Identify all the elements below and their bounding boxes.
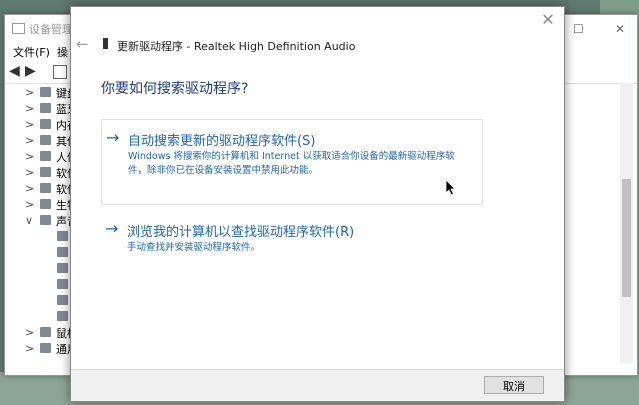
arrow-right-icon[interactable]: ▶ <box>25 63 36 79</box>
hid-icon <box>40 151 51 161</box>
audio-device-icon <box>57 311 68 321</box>
chevron-icon[interactable]: > <box>25 102 34 115</box>
chevron-icon[interactable]: > <box>25 134 34 147</box>
chevron-icon[interactable]: > <box>25 150 34 163</box>
memory-icon <box>40 119 51 129</box>
chevron-icon[interactable]: ∨ <box>25 214 33 227</box>
audio-device-icon <box>57 279 68 289</box>
other-devices-icon <box>40 135 51 145</box>
browse-computer-description: 手动查找并安装驱动程序软件。 <box>127 242 261 253</box>
arrow-right-icon: → <box>106 128 120 147</box>
device-manager-icon <box>12 23 25 34</box>
scrollbar-thumb[interactable] <box>622 179 631 297</box>
chevron-icon[interactable]: > <box>25 182 34 195</box>
auto-search-description: Windows 将搜索你的计算机和 Internet 以获取适合你设备的最新驱动… <box>128 151 455 176</box>
search-question-heading: 你要如何搜索驱动程序? <box>101 81 249 97</box>
properties-icon[interactable] <box>53 65 67 79</box>
dialog-footer: 取消 <box>71 369 564 401</box>
maximize-icon[interactable]: ☐ <box>573 22 584 36</box>
chevron-icon[interactable]: > <box>25 198 34 211</box>
usb-icon <box>40 343 51 353</box>
browse-computer-title: 浏览我的计算机以查找驱动程序软件(R) <box>127 225 355 240</box>
audio-device-icon <box>57 247 68 257</box>
software-component-icon <box>40 183 51 193</box>
audio-device-icon <box>57 231 68 241</box>
chevron-icon[interactable]: > <box>25 342 34 355</box>
browse-computer-option[interactable]: → 浏览我的计算机以查找驱动程序软件(R) 手动查找并安装驱动程序软件。 <box>101 219 481 259</box>
auto-search-option[interactable]: → 自动搜索更新的驱动程序软件(S) Windows 将搜索你的计算机和 Int… <box>101 119 483 205</box>
keyboard-icon <box>40 87 51 97</box>
scrollbar[interactable] <box>620 83 633 363</box>
menu-action[interactable]: 操 <box>57 44 68 60</box>
bluetooth-icon <box>40 103 51 113</box>
mouse-icon <box>40 327 51 337</box>
mouse-cursor-icon <box>446 180 456 196</box>
back-arrow-icon[interactable]: ← <box>76 35 89 53</box>
biometric-icon <box>40 199 51 209</box>
arrow-left-icon[interactable]: ◀ <box>9 63 20 79</box>
chevron-icon[interactable]: > <box>25 326 34 339</box>
arrow-right-icon: → <box>105 219 119 238</box>
chevron-icon[interactable]: > <box>25 118 34 131</box>
speaker-icon <box>40 215 51 225</box>
cancel-button[interactable]: 取消 <box>484 376 544 394</box>
update-driver-dialog: ✕ ← 更新驱动程序 - Realtek High Definition Aud… <box>70 6 565 402</box>
chevron-icon[interactable]: > <box>25 166 34 179</box>
driver-device-icon <box>103 38 108 49</box>
audio-device-icon <box>57 263 68 273</box>
auto-search-title: 自动搜索更新的驱动程序软件(S) <box>128 134 316 149</box>
dialog-title: 更新驱动程序 - Realtek High Definition Audio <box>117 40 356 53</box>
close-icon[interactable]: ✕ <box>615 22 625 36</box>
software-icon <box>40 167 51 177</box>
close-button[interactable]: ✕ <box>539 11 557 29</box>
chevron-icon[interactable]: > <box>25 86 34 99</box>
audio-device-icon <box>57 295 68 305</box>
menu-file[interactable]: 文件(F) <box>13 44 50 60</box>
